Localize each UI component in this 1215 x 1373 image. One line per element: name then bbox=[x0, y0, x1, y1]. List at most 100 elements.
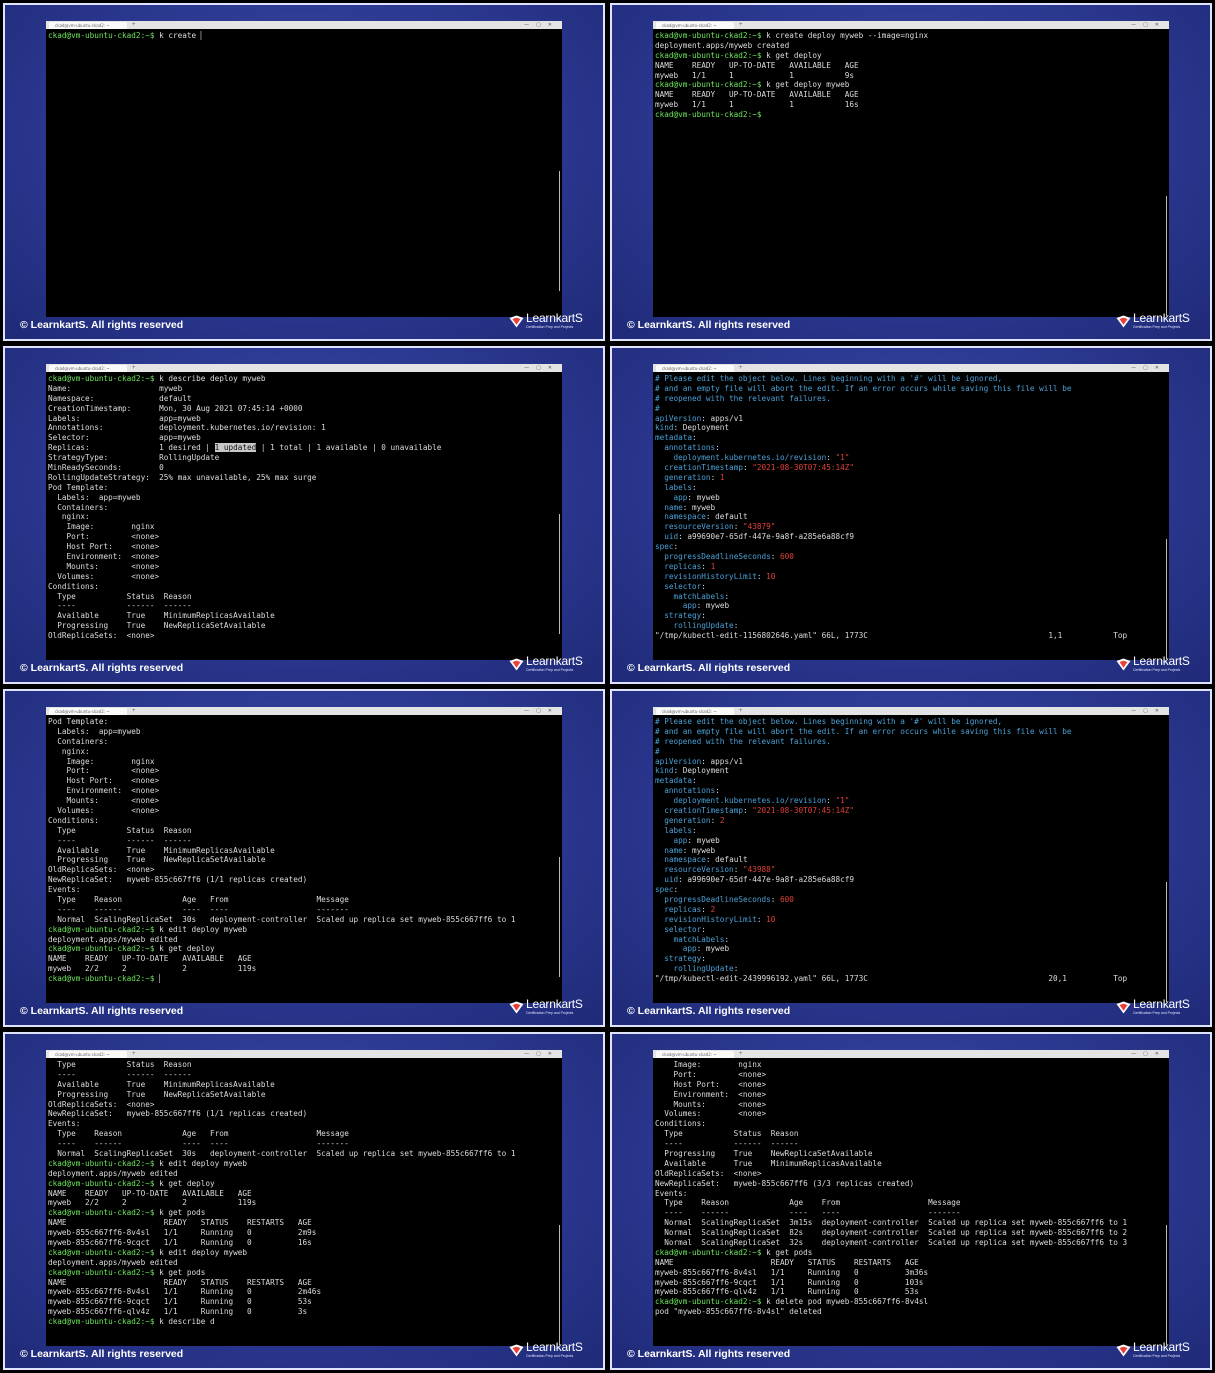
terminal-scrollbar[interactable] bbox=[1166, 882, 1167, 1002]
new-tab-icon[interactable]: + bbox=[739, 707, 743, 715]
terminal-tab[interactable]: ckad@vm-ubuntu-ckad2: ~ bbox=[656, 365, 734, 372]
terminal-text: : bbox=[701, 954, 706, 964]
terminal-text: : default bbox=[705, 855, 748, 865]
terminal-line: Available True MinimumReplicasAvailable bbox=[48, 846, 562, 856]
terminal-text: 2 bbox=[710, 904, 716, 914]
new-tab-icon[interactable]: + bbox=[132, 1050, 136, 1058]
terminal-text: : bbox=[756, 571, 767, 581]
terminal-titlebar[interactable]: ckad@vm-ubuntu-ckad2: ~ + —▢✕ bbox=[46, 707, 562, 715]
window-controls-icon[interactable]: —▢✕ bbox=[524, 1050, 559, 1058]
terminal-window[interactable]: ckad@vm-ubuntu-ckad2: ~ + —▢✕ Image: nginx… bbox=[653, 1050, 1169, 1346]
terminal-text: Mounts: <none> bbox=[48, 561, 160, 571]
terminal-text: : bbox=[733, 522, 743, 532]
window-controls-icon[interactable]: —▢✕ bbox=[1131, 1050, 1166, 1058]
terminal-line: ckad@vm-ubuntu-ckad2:~$ k get deploy myw… bbox=[655, 80, 1169, 90]
terminal-line: uid: a99690e7-65df-447e-9a8f-a285e6a88cf… bbox=[655, 532, 1169, 542]
copyright-footer: © LearnkartS. All rights reserved bbox=[20, 1005, 184, 1017]
terminal-tab[interactable]: ckad@vm-ubuntu-ckad2: ~ bbox=[656, 1051, 734, 1058]
terminal-line: ckad@vm-ubuntu-ckad2:~$ k edit deploy my… bbox=[48, 1159, 562, 1169]
terminal-text: : bbox=[724, 934, 730, 944]
copyright-footer: © LearnkartS. All rights reserved bbox=[627, 319, 791, 331]
terminal-window[interactable]: ckad@vm-ubuntu-ckad2: ~ + —▢✕ Type Status … bbox=[46, 1050, 562, 1346]
new-tab-icon[interactable]: + bbox=[132, 21, 136, 29]
terminal-text: Normal ScalingReplicaSet 3m15s deploymen… bbox=[655, 1218, 1128, 1228]
terminal-text: # Please edit the object below. Lines be… bbox=[655, 374, 1003, 383]
terminal-window[interactable]: ckad@vm-ubuntu-ckad2: ~ + —▢✕ # Please edit… bbox=[653, 707, 1169, 1003]
terminal-window[interactable]: ckad@vm-ubuntu-ckad2: ~ + —▢✕ ckad@vm-ubunt… bbox=[46, 364, 562, 660]
new-tab-icon[interactable]: + bbox=[132, 364, 136, 372]
terminal-line: # Please edit the object below. Lines be… bbox=[655, 717, 1169, 727]
terminal-titlebar[interactable]: ckad@vm-ubuntu-ckad2: ~ + —▢✕ bbox=[653, 1050, 1169, 1058]
terminal-line: Port: <none> bbox=[48, 532, 562, 542]
panel-7: ckad@vm-ubuntu-ckad2: ~ + —▢✕ Type Status … bbox=[3, 1032, 605, 1370]
shell-prompt: ckad@vm-ubuntu-ckad2:~$ bbox=[48, 924, 160, 934]
terminal-text: app bbox=[673, 492, 688, 502]
terminal-text: Namespace: default bbox=[48, 393, 192, 403]
terminal-window[interactable]: ckad@vm-ubuntu-ckad2: ~ + —▢✕ Pod Template:… bbox=[46, 707, 562, 1003]
terminal-titlebar[interactable]: ckad@vm-ubuntu-ckad2: ~ + —▢✕ bbox=[653, 707, 1169, 715]
window-controls-icon[interactable]: —▢✕ bbox=[1131, 21, 1166, 29]
terminal-scrollbar[interactable] bbox=[559, 514, 560, 634]
terminal-tab[interactable]: ckad@vm-ubuntu-ckad2: ~ bbox=[49, 22, 127, 29]
terminal-titlebar[interactable]: ckad@vm-ubuntu-ckad2: ~ + —▢✕ bbox=[46, 1050, 562, 1058]
terminal-scrollbar[interactable] bbox=[559, 171, 560, 291]
terminal-line: Labels: app=myweb bbox=[48, 727, 562, 737]
terminal-text: k get deploy bbox=[159, 944, 215, 954]
terminal-text: Available True MinimumReplicasAvailable bbox=[48, 845, 275, 855]
terminal-text: k describe deploy myweb bbox=[159, 374, 266, 383]
learnkarts-logo: LearnkartS Certification Prep and Project… bbox=[509, 654, 587, 674]
terminal-text: k create deploy myweb --image=nginx bbox=[766, 31, 929, 40]
terminal-text: NewReplicaSet: myweb-855c667ff6 (1/1 rep… bbox=[48, 1109, 308, 1119]
terminal-scrollbar[interactable] bbox=[559, 857, 560, 977]
terminal-tab[interactable]: ckad@vm-ubuntu-ckad2: ~ bbox=[49, 365, 127, 372]
terminal-line: NAME READY UP-TO-DATE AVAILABLE AGE bbox=[48, 954, 562, 964]
panel-1: ckad@vm-ubuntu-ckad2: ~ + —▢✕ ckad@vm-ubunt… bbox=[3, 3, 605, 341]
terminal-scrollbar[interactable] bbox=[559, 1225, 560, 1345]
logo-tagline: Certification Prep and Projects bbox=[1133, 325, 1181, 329]
new-tab-icon[interactable]: + bbox=[739, 1050, 743, 1058]
learnkarts-logo: LearnkartS Certification Prep and Project… bbox=[509, 997, 587, 1017]
logo-mark-icon bbox=[509, 1001, 524, 1014]
terminal-scrollbar[interactable] bbox=[1166, 539, 1167, 659]
terminal-text: Progressing True NewReplicaSetAvailable bbox=[48, 621, 266, 631]
terminal-line: labels: bbox=[655, 826, 1169, 836]
window-controls-icon[interactable]: —▢✕ bbox=[524, 364, 559, 372]
terminal-scrollbar[interactable] bbox=[1166, 196, 1167, 316]
terminal-scrollbar[interactable] bbox=[1166, 1225, 1167, 1345]
window-controls-icon[interactable]: —▢✕ bbox=[524, 707, 559, 715]
terminal-titlebar[interactable]: ckad@vm-ubuntu-ckad2: ~ + —▢✕ bbox=[653, 364, 1169, 372]
terminal-titlebar[interactable]: ckad@vm-ubuntu-ckad2: ~ + —▢✕ bbox=[46, 21, 562, 29]
new-tab-icon[interactable]: + bbox=[132, 707, 136, 715]
terminal-text: Port: <none> bbox=[655, 1069, 767, 1079]
terminal-tab[interactable]: ckad@vm-ubuntu-ckad2: ~ bbox=[49, 1051, 127, 1058]
terminal-text: ---- ------ ---- ---- ------- bbox=[655, 1208, 961, 1218]
terminal-tab[interactable]: ckad@vm-ubuntu-ckad2: ~ bbox=[656, 22, 734, 29]
terminal-window[interactable]: ckad@vm-ubuntu-ckad2: ~ + —▢✕ # Please edit… bbox=[653, 364, 1169, 660]
window-controls-icon[interactable]: —▢✕ bbox=[1131, 707, 1166, 715]
terminal-window[interactable]: ckad@vm-ubuntu-ckad2: ~ + —▢✕ ckad@vm-ubunt… bbox=[653, 21, 1169, 317]
terminal-text: : bbox=[742, 806, 753, 816]
terminal-text: ---- ------ ------ bbox=[655, 1139, 799, 1149]
terminal-tab[interactable]: ckad@vm-ubuntu-ckad2: ~ bbox=[49, 708, 127, 715]
terminal-text: # reopened with the relevant failures. bbox=[655, 393, 831, 403]
terminal-tab[interactable]: ckad@vm-ubuntu-ckad2: ~ bbox=[656, 708, 734, 715]
terminal-window[interactable]: ckad@vm-ubuntu-ckad2: ~ + —▢✕ ckad@vm-ubunt… bbox=[46, 21, 562, 317]
terminal-text: myweb-855c667ff6-8v4sl 1/1 Running 0 2m4… bbox=[48, 1287, 322, 1297]
terminal-text: 600 bbox=[779, 895, 794, 905]
terminal-text: Normal ScalingReplicaSet 32s deployment-… bbox=[655, 1238, 1128, 1248]
new-tab-icon[interactable]: + bbox=[739, 364, 743, 372]
window-controls-icon[interactable]: —▢✕ bbox=[1131, 364, 1166, 372]
terminal-text: : bbox=[701, 924, 706, 934]
terminal-titlebar[interactable]: ckad@vm-ubuntu-ckad2: ~ + —▢✕ bbox=[653, 21, 1169, 29]
new-tab-icon[interactable]: + bbox=[739, 21, 743, 29]
window-controls-icon[interactable]: —▢✕ bbox=[524, 21, 559, 29]
panel-2: ckad@vm-ubuntu-ckad2: ~ + —▢✕ ckad@vm-ubunt… bbox=[610, 3, 1212, 341]
terminal-titlebar[interactable]: ckad@vm-ubuntu-ckad2: ~ + —▢✕ bbox=[46, 364, 562, 372]
terminal-text: myweb 2/2 2 2 119s bbox=[48, 1198, 257, 1208]
terminal-text: "/tmp/kubectl-edit-1156802646.yaml" 66L,… bbox=[655, 631, 1128, 641]
